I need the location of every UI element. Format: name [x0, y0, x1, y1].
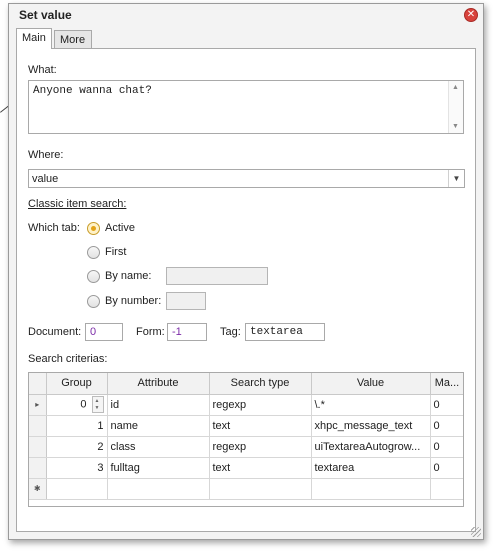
col-header-group[interactable]: Group: [46, 373, 108, 395]
attribute-cell[interactable]: id: [107, 394, 210, 416]
new-match-cell[interactable]: [430, 478, 463, 500]
match-cell[interactable]: 0: [430, 415, 463, 437]
tab-main[interactable]: Main: [16, 28, 52, 49]
match-cell[interactable]: 0: [430, 457, 463, 479]
value-cell[interactable]: xhpc_message_text: [311, 415, 431, 437]
where-value: value: [32, 173, 59, 185]
search-type-cell[interactable]: regexp: [209, 436, 312, 458]
tab-more[interactable]: More: [54, 30, 92, 49]
table-row[interactable]: 3 fulltag text textarea 0: [29, 457, 463, 479]
where-label: Where:: [28, 149, 64, 161]
group-cell[interactable]: 2: [46, 436, 108, 458]
radio-active-label: Active: [105, 222, 135, 234]
group-spinner[interactable]: ▲ ▼: [91, 396, 104, 413]
tag-value: textarea: [250, 326, 303, 338]
attribute-cell[interactable]: fulltag: [107, 457, 210, 479]
document-value: 0: [90, 326, 97, 338]
what-textarea[interactable]: Anyone wanna chat? ▲ ▼: [28, 80, 464, 134]
document-input[interactable]: 0: [85, 323, 123, 341]
search-type-cell[interactable]: regexp: [209, 394, 312, 416]
attribute-cell[interactable]: class: [107, 436, 210, 458]
close-button[interactable]: ✕: [464, 8, 478, 22]
search-criteria-grid[interactable]: Group Attribute Search type Value Ma... …: [28, 372, 464, 507]
where-select[interactable]: value ▼: [28, 169, 465, 188]
row-header: [29, 415, 47, 437]
document-label: Document:: [28, 326, 82, 338]
table-row[interactable]: 2 class regexp uiTextareaAutogrow... 0: [29, 436, 463, 458]
main-tab-panel: What: Anyone wanna chat? ▲ ▼ Where: valu…: [16, 48, 476, 532]
col-header-match[interactable]: Ma...: [430, 373, 463, 395]
radio-by-number-label: By number:: [105, 295, 162, 307]
new-group-cell[interactable]: [46, 478, 108, 500]
new-attribute-cell[interactable]: [107, 478, 210, 500]
tab-number-input[interactable]: [166, 292, 206, 310]
spin-down-icon[interactable]: ▼: [95, 405, 100, 411]
scroll-up-icon[interactable]: ▲: [452, 84, 459, 91]
row-header-corner: [29, 373, 47, 395]
match-cell[interactable]: 0: [430, 394, 463, 416]
search-type-cell[interactable]: text: [209, 415, 312, 437]
title-bar[interactable]: Set value ✕: [9, 4, 483, 26]
radio-active[interactable]: [87, 222, 100, 235]
new-value-cell[interactable]: [311, 478, 431, 500]
row-header: [29, 436, 47, 458]
form-label: Form:: [136, 326, 165, 338]
row-header: [29, 457, 47, 479]
value-cell[interactable]: textarea: [311, 457, 431, 479]
tag-input[interactable]: textarea: [245, 323, 325, 341]
tab-name-input[interactable]: [166, 267, 268, 285]
form-value: -1: [172, 326, 182, 338]
col-header-search-type[interactable]: Search type: [209, 373, 312, 395]
what-value: Anyone wanna chat?: [33, 85, 152, 97]
new-search-type-cell[interactable]: [209, 478, 312, 500]
radio-by-name-label: By name:: [105, 270, 152, 282]
value-cell[interactable]: \.*: [311, 394, 431, 416]
dialog-title: Set value: [19, 8, 72, 22]
group-cell[interactable]: 1: [46, 415, 108, 437]
set-value-dialog: Set value ✕ Main More What: Anyone wanna…: [8, 3, 484, 540]
group-cell[interactable]: 0 ▲ ▼: [46, 394, 108, 416]
search-criterias-label: Search criterias:: [28, 353, 108, 365]
tag-label: Tag:: [220, 326, 241, 338]
classic-search-link[interactable]: Classic item search:: [28, 198, 126, 210]
chevron-down-icon[interactable]: ▼: [448, 170, 464, 187]
new-row[interactable]: ✱: [29, 478, 463, 500]
current-row-icon: ▸: [29, 394, 47, 416]
radio-first[interactable]: [87, 246, 100, 259]
search-type-cell[interactable]: text: [209, 457, 312, 479]
spin-up-icon[interactable]: ▲: [95, 398, 100, 404]
form-input[interactable]: -1: [167, 323, 207, 341]
radio-by-number[interactable]: [87, 295, 100, 308]
grid-header-row: Group Attribute Search type Value Ma...: [29, 373, 463, 395]
group-cell[interactable]: 3: [46, 457, 108, 479]
group-value: 0: [80, 398, 87, 411]
match-cell[interactable]: 0: [430, 436, 463, 458]
which-tab-label: Which tab:: [28, 222, 80, 234]
new-row-icon: ✱: [29, 478, 47, 500]
scroll-down-icon[interactable]: ▼: [452, 123, 459, 130]
what-scrollbar[interactable]: ▲ ▼: [448, 81, 463, 133]
resize-grip-icon[interactable]: [471, 527, 481, 537]
what-label: What:: [28, 64, 57, 76]
col-header-attribute[interactable]: Attribute: [107, 373, 210, 395]
attribute-cell[interactable]: name: [107, 415, 210, 437]
radio-first-label: First: [105, 246, 127, 258]
table-row[interactable]: 1 name text xhpc_message_text 0: [29, 415, 463, 437]
radio-by-name[interactable]: [87, 270, 100, 283]
table-row[interactable]: ▸ 0 ▲ ▼ id regexp \.* 0: [29, 394, 463, 416]
value-cell[interactable]: uiTextareaAutogrow...: [311, 436, 431, 458]
col-header-value[interactable]: Value: [311, 373, 431, 395]
